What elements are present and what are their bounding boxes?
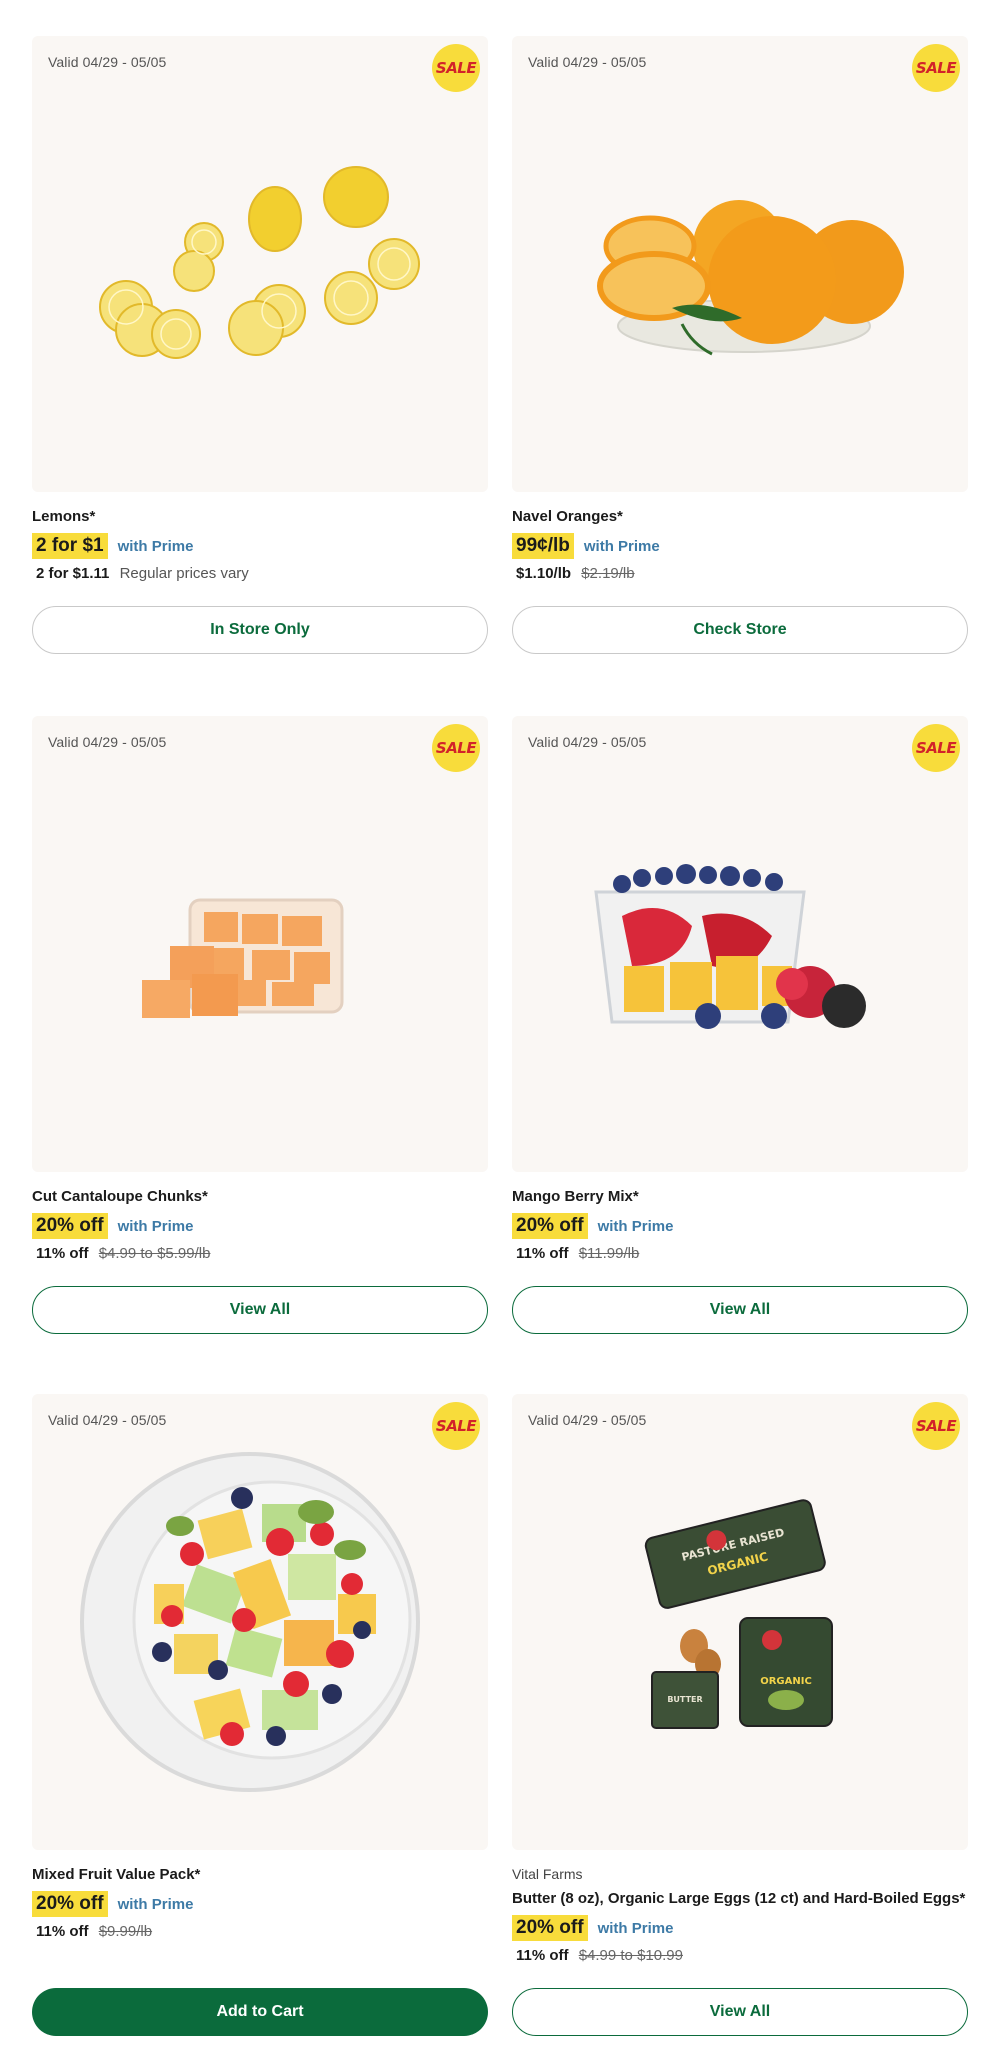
view-all-button[interactable]: View All [32, 1286, 488, 1334]
original-price: $4.99 to $10.99 [578, 1947, 683, 1964]
product-name[interactable]: Mango Berry Mix* [512, 1188, 968, 1205]
regular-price: 11% off [36, 1923, 89, 1940]
product-card-lemons[interactable]: Valid 04/29 - 05/05 SALE Lemons* 2 for $… [32, 36, 488, 656]
valid-dates: Valid 04/29 - 05/05 [528, 1412, 647, 1428]
mixed-fruit-image [80, 1452, 420, 1792]
sale-badge: SALE [432, 1402, 480, 1450]
valid-dates: Valid 04/29 - 05/05 [48, 734, 167, 750]
butter-box-label: BUTTER [667, 1695, 702, 1704]
view-all-button[interactable]: View All [512, 1988, 968, 2036]
view-all-button[interactable]: View All [512, 1286, 968, 1334]
valid-dates: Valid 04/29 - 05/05 [528, 734, 647, 750]
cantaloupe-image [142, 898, 344, 1018]
product-image[interactable]: Valid 04/29 - 05/05 SALE [512, 716, 968, 1172]
product-image[interactable]: PASTURE RAISED ORGANIC BUTTER ORGANIC Va… [512, 1394, 968, 1850]
sale-badge: SALE [912, 724, 960, 772]
product-brand: Vital Farms [512, 1866, 583, 1882]
regular-price: 2 for $1.11 [36, 565, 110, 582]
sale-badge: SALE [432, 44, 480, 92]
regular-price-row: 11% off $9.99/lb [36, 1923, 488, 1940]
deal-row: 20% off with Prime [32, 1213, 488, 1239]
deal-price: 20% off [32, 1891, 108, 1917]
deal-price: 20% off [512, 1213, 588, 1239]
original-price: $4.99 to $5.99/lb [98, 1245, 211, 1262]
regular-price-row: $1.10/lb $2.19/lb [516, 565, 968, 582]
deal-price: 20% off [32, 1213, 108, 1239]
product-card-mixed-fruit[interactable]: Valid 04/29 - 05/05 SALE Mixed Fruit Val… [32, 1394, 488, 2060]
regular-note: Regular prices vary [119, 565, 249, 582]
valid-dates: Valid 04/29 - 05/05 [48, 54, 167, 70]
prime-label: with Prime [117, 1217, 194, 1235]
deal-row: 2 for $1 with Prime [32, 533, 488, 559]
deal-row: 20% off with Prime [512, 1213, 968, 1239]
product-image[interactable]: Valid 04/29 - 05/05 SALE [32, 36, 488, 492]
deal-price: 2 for $1 [32, 533, 108, 559]
vital-farms-image: PASTURE RAISED ORGANIC BUTTER ORGANIC [644, 1499, 833, 1729]
oranges-image [597, 200, 904, 356]
regular-price: 11% off [36, 1245, 89, 1262]
check-store-button[interactable]: Check Store [512, 606, 968, 654]
in-store-only-button[interactable]: In Store Only [32, 606, 488, 654]
sale-badge: SALE [912, 44, 960, 92]
regular-price: 11% off [516, 1245, 569, 1262]
lemons-image [99, 166, 420, 359]
product-name[interactable]: Butter (8 oz), Organic Large Eggs (12 ct… [512, 1890, 968, 1907]
product-name[interactable]: Cut Cantaloupe Chunks* [32, 1188, 488, 1205]
mango-berry-image [594, 864, 866, 1029]
deal-price: 99¢/lb [512, 533, 574, 559]
sale-badge: SALE [432, 724, 480, 772]
regular-price-row: 11% off $11.99/lb [516, 1245, 968, 1262]
regular-price: $1.10/lb [516, 565, 572, 582]
prime-label: with Prime [117, 537, 194, 555]
product-card-navel-oranges[interactable]: Valid 04/29 - 05/05 SALE Navel Oranges* … [512, 36, 968, 656]
product-image[interactable]: Valid 04/29 - 05/05 SALE [32, 1394, 488, 1850]
regular-price: 11% off [516, 1947, 569, 1964]
product-name[interactable]: Lemons* [32, 508, 488, 525]
sale-badge: SALE [912, 1402, 960, 1450]
deal-row: 20% off with Prime [512, 1915, 968, 1941]
original-price: $9.99/lb [98, 1923, 153, 1940]
regular-price-row: 2 for $1.11 Regular prices vary [36, 565, 488, 582]
product-name[interactable]: Navel Oranges* [512, 508, 968, 525]
hard-boiled-label: ORGANIC [760, 1676, 812, 1687]
product-card-vital-farms[interactable]: PASTURE RAISED ORGANIC BUTTER ORGANIC Va… [512, 1394, 968, 2060]
valid-dates: Valid 04/29 - 05/05 [48, 1412, 167, 1428]
deal-row: 20% off with Prime [32, 1891, 488, 1917]
prime-label: with Prime [583, 537, 660, 555]
product-image[interactable]: Valid 04/29 - 05/05 SALE [32, 716, 488, 1172]
valid-dates: Valid 04/29 - 05/05 [528, 54, 647, 70]
prime-label: with Prime [597, 1919, 674, 1937]
product-image[interactable]: Valid 04/29 - 05/05 SALE [512, 36, 968, 492]
deal-row: 99¢/lb with Prime [512, 533, 968, 559]
deal-price: 20% off [512, 1915, 588, 1941]
original-price: $2.19/lb [581, 565, 635, 582]
product-card-cantaloupe[interactable]: Valid 04/29 - 05/05 SALE Cut Cantaloupe … [32, 716, 488, 1336]
prime-label: with Prime [597, 1217, 674, 1235]
regular-price-row: 11% off $4.99 to $10.99 [516, 1947, 968, 1964]
add-to-cart-button[interactable]: Add to Cart [32, 1988, 488, 2036]
original-price: $11.99/lb [578, 1245, 640, 1262]
regular-price-row: 11% off $4.99 to $5.99/lb [36, 1245, 488, 1262]
product-name[interactable]: Mixed Fruit Value Pack* [32, 1866, 488, 1883]
product-card-mango-berry[interactable]: Valid 04/29 - 05/05 SALE Mango Berry Mix… [512, 716, 968, 1336]
prime-label: with Prime [117, 1895, 194, 1913]
